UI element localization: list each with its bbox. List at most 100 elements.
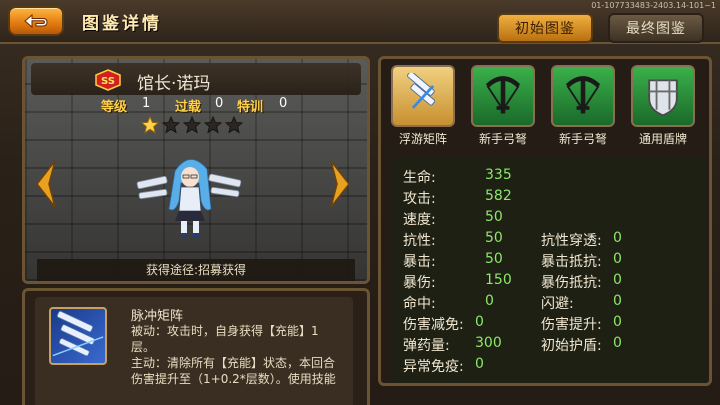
top-bar: 图鉴详情 01-107733483-2403.14-101~1 初始图鉴 最终图… — [0, 0, 720, 44]
overload-label: 过载 — [175, 100, 202, 115]
attribute-value: 0 — [613, 293, 622, 309]
attribute-row: 闪避: 0 — [541, 293, 701, 313]
attribute-value: 0 — [613, 314, 622, 330]
equipment-label: 新手弓弩 — [558, 132, 607, 146]
equipment-label: 通用盾牌 — [638, 132, 687, 146]
equipment-slot[interactable]: 浮游矩阵 — [391, 65, 455, 149]
attribute-label: 攻击: — [403, 191, 436, 207]
attribute-row: 速度: 50 — [403, 209, 563, 229]
attribute-row: 初始护盾: 0 — [541, 335, 701, 355]
tab-initial-codex[interactable]: 初始图鉴 — [497, 13, 593, 43]
attribute-label: 暴击抵抗: — [541, 254, 602, 270]
prev-hero-arrow-icon[interactable] — [33, 159, 59, 209]
pulse-matrix-skill-icon[interactable] — [49, 307, 107, 365]
hero-stats-row: 等级 1 过载 0 特训 0 — [25, 95, 367, 115]
overload-value: 0 — [215, 96, 224, 111]
attribute-label: 伤害减免: — [403, 317, 464, 333]
attribute-row: 抗性: 50 — [403, 230, 563, 250]
attribute-value: 50 — [485, 230, 503, 246]
attribute-row: 命中: 0 — [403, 293, 563, 313]
attribute-value: 0 — [613, 251, 622, 267]
attribute-value: 0 — [475, 314, 484, 330]
attribute-value: 335 — [485, 167, 512, 183]
attribute-row: 弹药量: 300 — [403, 335, 563, 355]
attribute-label: 抗性: — [403, 233, 436, 249]
return-arrow-icon — [24, 13, 48, 29]
crossbow-icon — [551, 65, 615, 127]
equipment-slot[interactable]: 新手弓弩 — [551, 65, 615, 149]
attribute-label: 暴击: — [403, 254, 436, 270]
skill-desc-line: 主动：清除所有【充能】状态，本回合 — [131, 356, 336, 370]
attribute-value: 150 — [485, 272, 512, 288]
hero-name: 馆长·诺玛 — [137, 74, 211, 94]
equipment-label: 浮游矩阵 — [398, 132, 447, 146]
attribute-value: 0 — [613, 335, 622, 351]
attribute-row: 伤害提升: 0 — [541, 314, 701, 334]
skill-panel: 脉冲矩阵 被动：攻击时，自身获得【充能】1 层。 主动：清除所有【充能】状态，本… — [22, 288, 370, 405]
star-empty-icon — [183, 116, 201, 134]
attribute-label: 伤害提升: — [541, 317, 602, 333]
star-empty-icon — [162, 116, 180, 134]
star-rating — [141, 116, 243, 134]
training-label: 特训 — [237, 100, 264, 115]
attribute-row: 异常免疫: 0 — [403, 356, 563, 376]
attribute-label: 闪避: — [541, 296, 574, 312]
next-hero-arrow-icon[interactable] — [327, 159, 353, 209]
equipment-label: 新手弓弩 — [478, 132, 527, 146]
attribute-label: 初始护盾: — [541, 338, 602, 354]
equipment-slot[interactable]: 新手弓弩 — [471, 65, 535, 149]
attribute-row: 暴伤抵抗: 0 — [541, 272, 701, 292]
star-filled-icon — [141, 116, 159, 134]
skill-card: 脉冲矩阵 被动：攻击时，自身获得【充能】1 层。 主动：清除所有【充能】状态，本… — [35, 297, 353, 405]
skill-desc-line: 被动：攻击时，自身获得【充能】1 — [131, 324, 319, 338]
version-text: 01-107733483-2403.14-101~1 — [591, 1, 716, 10]
attribute-value: 582 — [485, 188, 512, 204]
screen: 图鉴详情 01-107733483-2403.14-101~1 初始图鉴 最终图… — [0, 0, 720, 405]
attributes-box: 生命: 335 攻击: 582 速度: 50 抗性: 50 暴击: 50 暴伤: 150 命中: 0 伤害减… — [391, 157, 707, 383]
attribute-value: 300 — [475, 335, 502, 351]
attribute-row: 攻击: 582 — [403, 188, 563, 208]
rank-badge-icon: SS — [95, 69, 121, 91]
equipment-attributes-panel: 浮游矩阵 新手弓弩 新手弓弩 通用盾牌 生命: 335 攻击: 582 速度: 50 抗性: 50 暴… — [378, 56, 712, 386]
attribute-value: 0 — [485, 293, 494, 309]
star-empty-icon — [225, 116, 243, 134]
attribute-value: 50 — [485, 209, 503, 225]
attribute-value: 0 — [613, 230, 622, 246]
skill-desc-line: 层。 — [131, 340, 156, 354]
attribute-row: 抗性穿透: 0 — [541, 230, 701, 250]
star-empty-icon — [204, 116, 222, 134]
attribute-label: 命中: — [403, 296, 436, 312]
skill-name: 脉冲矩阵 — [131, 309, 184, 324]
skill-desc-line: 伤害提升至（1+0.2*层数）。使用技能 — [131, 372, 336, 386]
back-button[interactable] — [8, 6, 64, 36]
svg-text:SS: SS — [101, 76, 115, 87]
attribute-label: 暴伤: — [403, 275, 436, 291]
crossbow-icon — [471, 65, 535, 127]
attribute-label: 速度: — [403, 212, 436, 228]
level-value: 1 — [142, 96, 151, 111]
attribute-value: 0 — [475, 356, 484, 372]
equipment-slot[interactable]: 通用盾牌 — [631, 65, 695, 149]
attribute-value: 0 — [613, 272, 622, 288]
attribute-label: 弹药量: — [403, 338, 450, 354]
training-value: 0 — [279, 96, 288, 111]
page-title: 图鉴详情 — [82, 14, 162, 34]
attribute-row: 暴伤: 150 — [403, 272, 563, 292]
tab-final-codex[interactable]: 最终图鉴 — [608, 13, 704, 43]
acquire-source: 获得途径:招募获得 — [37, 259, 355, 281]
attribute-row: 生命: 335 — [403, 167, 563, 187]
shield-icon — [631, 65, 695, 127]
attribute-label: 生命: — [403, 170, 436, 186]
attribute-label: 暴伤抵抗: — [541, 275, 602, 291]
attribute-row: 暴击: 50 — [403, 251, 563, 271]
attribute-label: 抗性穿透: — [541, 233, 602, 249]
attribute-label: 异常免疫: — [403, 359, 464, 375]
attribute-value: 50 — [485, 251, 503, 267]
hero-panel: SS 馆长·诺玛 等级 1 过载 0 特训 0 获得途径:招募获得 — [22, 56, 370, 284]
hero-sprite[interactable] — [135, 149, 245, 239]
attribute-row: 暴击抵抗: 0 — [541, 251, 701, 271]
attribute-row: 伤害减免: 0 — [403, 314, 563, 334]
floating-matrix-icon — [391, 65, 455, 127]
skill-description: 被动：攻击时，自身获得【充能】1 层。 主动：清除所有【充能】状态，本回合 伤害… — [131, 323, 343, 387]
level-label: 等级 — [101, 100, 128, 115]
